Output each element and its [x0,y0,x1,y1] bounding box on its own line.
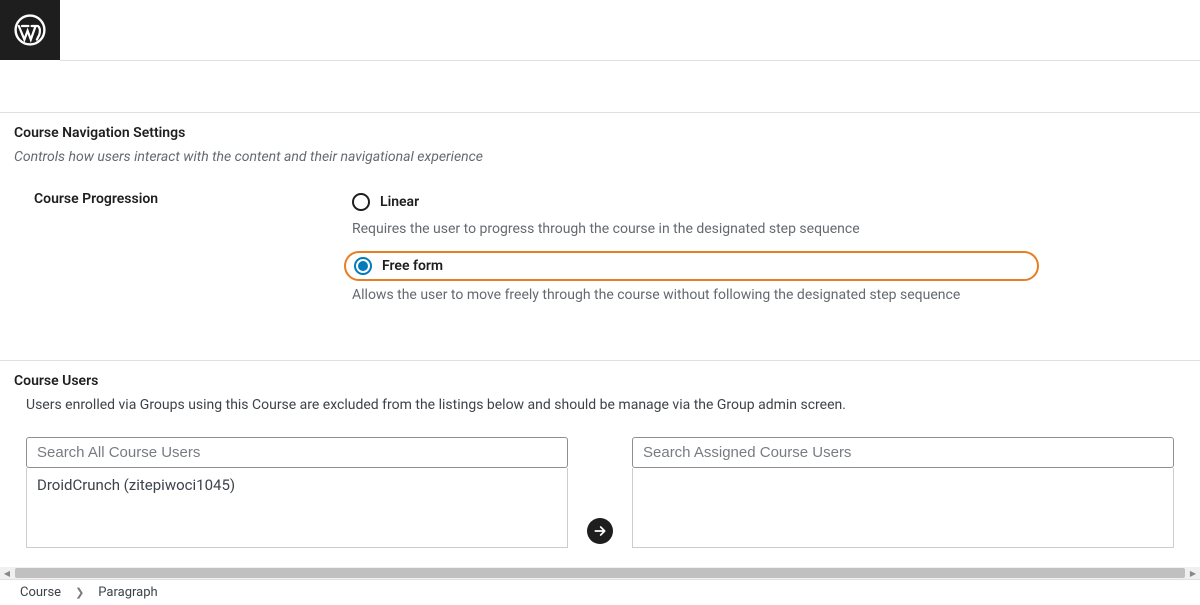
search-assigned-users-input[interactable] [632,437,1174,468]
scroll-left-icon[interactable]: ◀ [0,567,14,579]
list-item[interactable]: DroidCrunch (zitepiwoci1045) [37,474,557,496]
breadcrumb-root[interactable]: Course [20,585,61,600]
course-progression-label: Course Progression [14,189,344,303]
search-all-users-input[interactable] [26,437,568,468]
option-free-form[interactable]: Free form [344,251,1039,281]
course-progression-field: Course Progression Linear Requires the u… [14,189,1186,303]
transfer-right-button[interactable] [587,518,613,544]
option-description: Requires the user to progress through th… [352,221,1186,237]
wordpress-logo[interactable] [0,0,60,60]
assigned-users-column [632,437,1174,548]
section-title: Course Navigation Settings [14,125,1186,141]
breadcrumb: Course ❯ Paragraph [0,579,1200,605]
arrow-right-icon [592,523,608,539]
course-navigation-settings-section: Course Navigation Settings Controls how … [0,112,1200,303]
wordpress-icon [14,14,46,46]
chevron-right-icon: ❯ [75,586,84,599]
course-users-section: Course Users Users enrolled via Groups u… [0,360,1200,548]
all-users-list[interactable]: DroidCrunch (zitepiwoci1045) [26,468,568,548]
all-users-column: DroidCrunch (zitepiwoci1045) [26,437,568,548]
option-linear[interactable]: Linear [344,189,1186,215]
option-label: Linear [380,194,419,210]
option-label: Free form [382,258,443,274]
section-description: Users enrolled via Groups using this Cou… [14,397,1186,413]
scrollbar-thumb[interactable] [15,568,1185,578]
horizontal-scrollbar[interactable]: ◀ ▶ [0,567,1200,579]
section-title: Course Users [14,373,1186,389]
radio-icon [354,257,372,275]
section-description: Controls how users interact with the con… [14,149,1186,165]
option-description: Allows the user to move freely through t… [352,287,1186,303]
assigned-users-list[interactable] [632,468,1174,548]
header-divider [60,60,1200,61]
scroll-right-icon[interactable]: ▶ [1186,567,1200,579]
radio-icon [352,193,370,211]
breadcrumb-leaf[interactable]: Paragraph [98,585,157,600]
